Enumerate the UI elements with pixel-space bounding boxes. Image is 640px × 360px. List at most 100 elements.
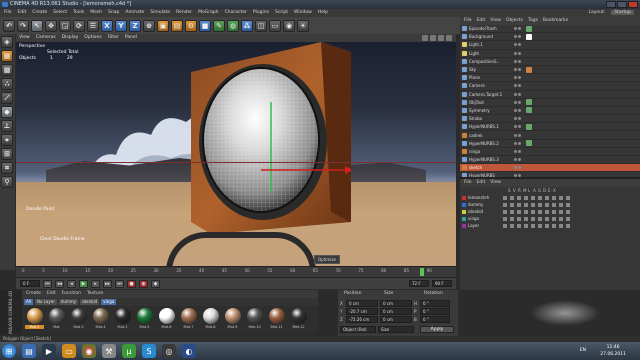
object-row[interactable]: ObjText [460,99,640,107]
object-menu-objects[interactable]: Objects [506,17,523,25]
array-icon[interactable]: ⁂ [241,19,253,32]
object-row[interactable]: Light.1 [460,41,640,50]
layer-toggle[interactable] [531,195,535,200]
visibility-dots[interactable] [514,92,521,96]
menu-item-file[interactable]: File [4,9,12,17]
layer-row[interactable]: obrobi4 [460,208,640,215]
layer-toggle[interactable] [510,202,514,207]
floor-icon[interactable]: ▭ [269,19,281,32]
material-item[interactable]: Mat.9 [223,308,242,332]
scale-icon[interactable]: ◲ [59,19,71,32]
rotation-field[interactable]: 0 ° [420,300,450,307]
layer-toggle[interactable] [545,209,549,214]
layer-toggle[interactable] [524,216,528,221]
media-player-icon[interactable]: ▶ [42,344,56,358]
menu-item-snap[interactable]: Snap [108,9,119,17]
visibility-dots[interactable] [514,166,521,170]
go-to-end-icon[interactable]: ⏭ [115,279,124,288]
orbit-icon[interactable] [438,35,444,41]
layer-row[interactable]: Layer [460,222,640,229]
move-icon[interactable]: ✥ [45,19,57,32]
rotation-field[interactable]: 0 ° [420,316,450,323]
visibility-dots[interactable] [514,35,521,39]
layer-toggle[interactable] [566,209,570,214]
visibility-dots[interactable] [514,76,521,80]
folder-icon[interactable]: ▭ [62,344,76,358]
next-frame-icon[interactable]: ▸ [91,279,100,288]
layer-toggle[interactable] [545,223,549,228]
redo-icon[interactable]: ↷ [17,19,29,32]
layer-row[interactable]: vinga [460,215,640,222]
visibility-dots[interactable] [514,59,521,63]
menu-item-script[interactable]: Script [275,9,288,17]
menu-item-mograph[interactable]: MoGraph [198,9,218,17]
layer-toggle[interactable] [559,195,563,200]
viewport-menu-filter[interactable]: Filter [108,34,119,42]
material-filter-obrobi4[interactable]: obrobi4 [80,299,100,305]
layer-toggle[interactable] [503,195,507,200]
object-row[interactable]: cadrek [460,131,640,140]
object-row[interactable]: Episode/Trash [460,25,640,34]
rotate-icon[interactable]: ⟳ [73,19,85,32]
layer-row[interactable]: dummy [460,201,640,208]
menu-item-edit[interactable]: Edit [18,9,27,17]
object-row[interactable]: Background [460,33,640,42]
workplane-icon[interactable]: ⌗ [1,162,13,174]
material-menu-edit[interactable]: Edit [47,290,56,298]
material-filter-dummy[interactable]: dummy [58,299,79,305]
layer-toggle[interactable] [531,209,535,214]
object-tag-icon[interactable] [526,25,532,32]
layer-menu-file[interactable]: File [464,179,472,187]
layer-toggle[interactable] [566,202,570,207]
material-filter-no-layer[interactable]: No Layer [34,299,57,305]
start-frame-field[interactable]: 0 F [20,280,40,287]
object-row[interactable]: HyperNURBS.2 [460,140,640,148]
autokey-icon[interactable]: ◉ [139,279,148,288]
material-menu-create[interactable]: Create [26,290,41,298]
prev-frame-icon[interactable]: ◂ [67,279,76,288]
layer-toggle[interactable] [552,216,556,221]
visibility-dots[interactable] [514,133,521,137]
chrome-icon[interactable]: ◉ [82,344,96,358]
object-row[interactable]: sketch [460,164,640,173]
render-settings-icon[interactable]: ⚙ [185,19,197,32]
texture-mode-icon[interactable]: ▩ [1,64,13,76]
object-tag-icon[interactable] [526,107,532,114]
object-row[interactable]: Camera.Target.1 [460,91,640,99]
size-field[interactable]: 0 cm [380,300,412,307]
tweak-mode-icon[interactable]: ⌖ [1,134,13,146]
cinema4d-taskbar-icon[interactable]: ◐ [182,344,196,358]
layer-toggle[interactable] [524,202,528,207]
visibility-dots[interactable] [514,125,521,129]
tool-icon[interactable]: ⚒ [102,344,116,358]
polygons-mode-icon[interactable]: ◆ [1,106,13,118]
nurbs-icon[interactable]: ◍ [227,19,239,32]
speaker-object[interactable] [181,42,351,234]
deformer-icon[interactable]: ◫ [255,19,267,32]
object-menu-bookmarks[interactable]: Bookmarks [543,17,568,25]
start-icon[interactable]: ⊞ [2,344,16,358]
object-menu-edit[interactable]: Edit [477,17,486,25]
material-item[interactable]: Mat.12 [289,308,308,332]
layer-toggle[interactable] [559,202,563,207]
go-to-start-icon[interactable]: ⏮ [43,279,52,288]
object-row[interactable]: Plane [460,74,640,83]
material-item[interactable]: Mat [47,308,66,332]
material-filter-vinga[interactable]: vinga [101,299,117,305]
viewport-menu-panel[interactable]: Panel [125,34,137,42]
position-field[interactable]: 0 cm [346,300,378,307]
layer-toggle[interactable] [559,223,563,228]
pen-icon[interactable]: ✎ [213,19,225,32]
position-field[interactable]: -72.26 cm [346,316,378,323]
layer-toggle[interactable] [559,216,563,221]
material-menu-function[interactable]: Function [62,290,81,298]
explorer-icon[interactable]: ▤ [22,344,36,358]
maximize-button[interactable] [617,1,627,8]
visibility-dots[interactable] [514,117,521,121]
rotation-field[interactable]: 0 ° [420,308,450,315]
visibility-dots[interactable] [514,149,521,153]
end-frame-field[interactable]: 90 F [432,280,452,287]
render-picture-viewer-icon[interactable]: ▤ [171,19,183,32]
menu-item-character[interactable]: Character [225,9,247,17]
model-mode-icon[interactable]: ▦ [1,50,13,62]
